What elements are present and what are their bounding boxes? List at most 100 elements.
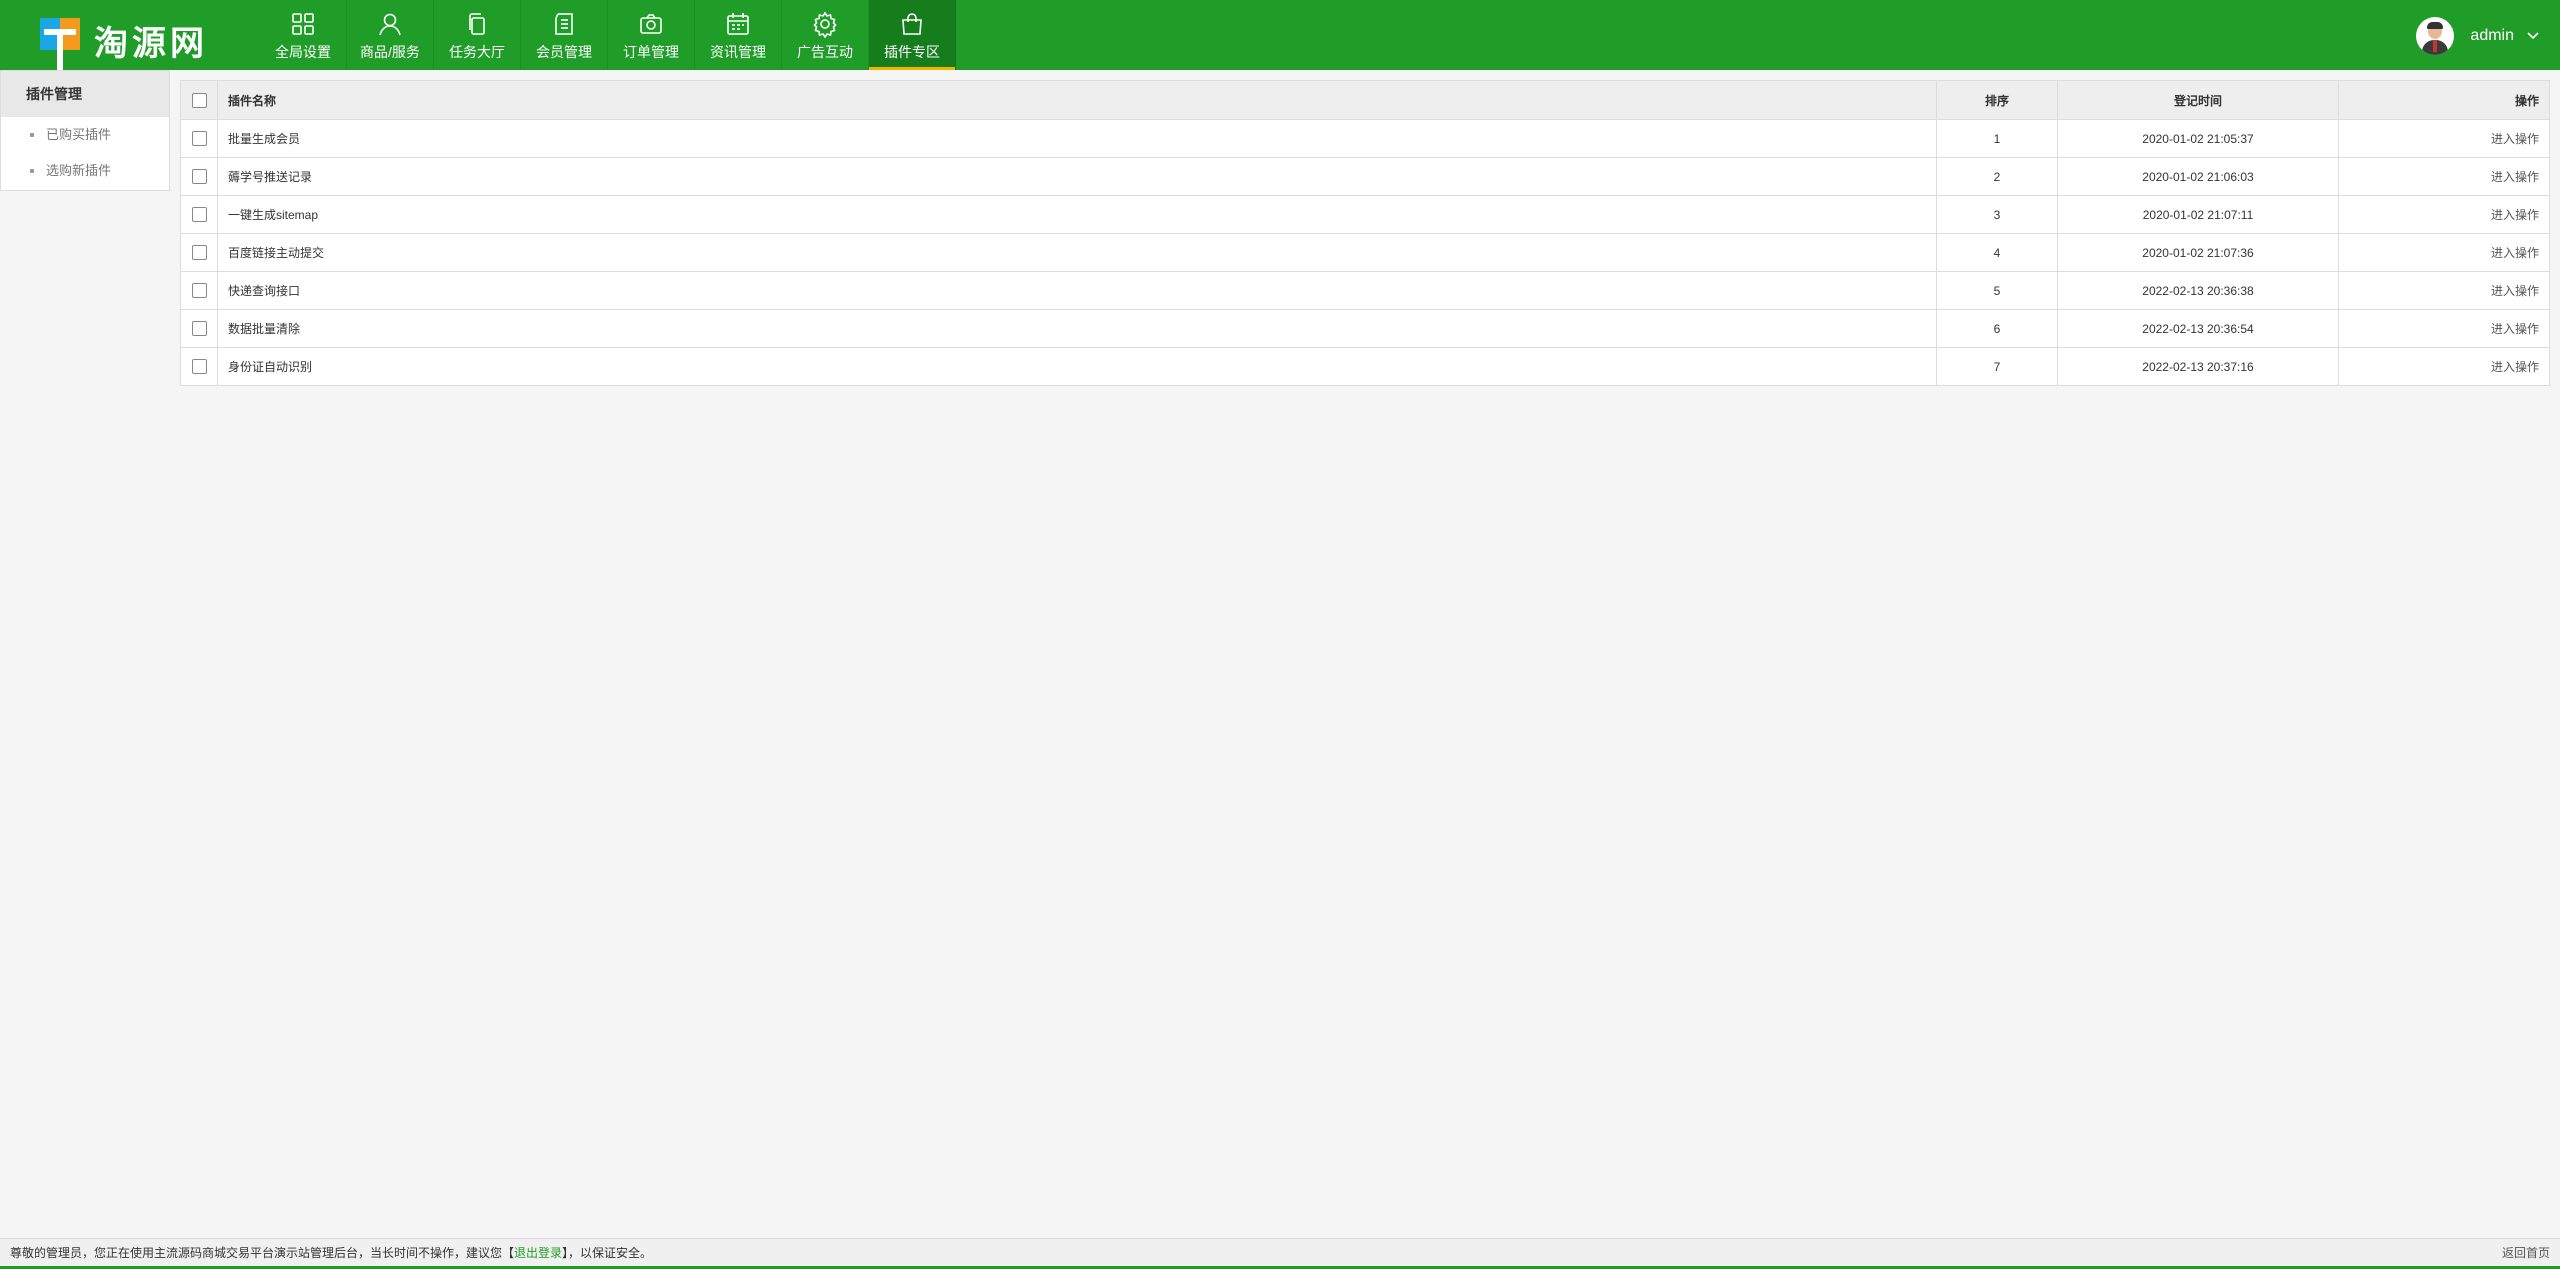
avatar[interactable] [2416,17,2455,55]
table-row: 身份证自动识别 7 2022-02-13 20:37:16 进入操作 [180,347,2550,386]
op-cell: 进入操作 [2338,157,2550,196]
plugin-table: 插件名称 排序 登记时间 操作 批量生成会员 1 2020-01-02 21:0… [180,80,2550,386]
enter-operation-link[interactable]: 进入操作 [2491,360,2539,374]
row-checkbox-cell [180,157,218,196]
plugin-name: 批量生成会员 [217,119,1937,158]
plugin-name: 数据批量清除 [217,309,1937,348]
sidebar-item-purchased-plugins[interactable]: 已购买插件 [1,117,169,153]
calendar-icon [724,10,752,38]
sidebar-item-buy-new-plugins[interactable]: 选购新插件 [1,153,169,189]
plugin-name: 快递查询接口 [217,271,1937,310]
op-cell: 进入操作 [2338,309,2550,348]
brand-name: 淘源网 [94,25,208,63]
plugin-sort: 5 [1936,271,2058,310]
op-cell: 进入操作 [2338,119,2550,158]
select-all-cell [180,80,218,120]
nav-item-members[interactable]: 会员管理 [521,0,608,70]
enter-operation-link[interactable]: 进入操作 [2491,246,2539,260]
row-checkbox[interactable] [191,169,207,185]
chevron-down-icon[interactable] [2526,29,2540,43]
nav-label: 资讯管理 [710,44,766,60]
plugin-time: 2020-01-02 21:06:03 [2057,157,2339,196]
plugin-sort: 2 [1936,157,2058,196]
row-checkbox-cell [180,347,218,386]
top-header: 淘源网 全局设置 商品/服务 任务大厅 会员管理 订单管理 资讯管理 广告互动 … [0,0,2560,70]
sidebar-title: 插件管理 [1,71,169,117]
plugin-name: 身份证自动识别 [217,347,1937,386]
footer-bar: 尊敬的管理员，您正在使用主流源码商城交易平台演示站管理后台，当长时间不操作，建议… [0,1238,2560,1269]
nav-item-products[interactable]: 商品/服务 [347,0,434,70]
nav-item-global-settings[interactable]: 全局设置 [260,0,347,70]
plugin-time: 2020-01-02 21:05:37 [2057,119,2339,158]
plugin-name: 薅学号推送记录 [217,157,1937,196]
plugin-time: 2020-01-02 21:07:11 [2057,195,2339,234]
plugin-sort: 3 [1936,195,2058,234]
nav-item-ads[interactable]: 广告互动 [782,0,869,70]
footer-text-after: 】，以保证安全。 [562,1246,653,1260]
op-cell: 进入操作 [2338,233,2550,272]
gear-icon [811,10,839,38]
plugin-sort: 6 [1936,309,2058,348]
bullet-icon [30,169,34,173]
table-row: 快递查询接口 5 2022-02-13 20:36:38 进入操作 [180,271,2550,310]
main-nav: 全局设置 商品/服务 任务大厅 会员管理 订单管理 资讯管理 广告互动 插件专区 [260,0,956,70]
row-checkbox[interactable] [191,207,207,223]
table-header-row: 插件名称 排序 登记时间 操作 [180,80,2550,120]
plugin-time: 2020-01-02 21:07:36 [2057,233,2339,272]
home-link[interactable]: 返回首页 [2502,1239,2550,1267]
shopping-bag-icon [898,10,926,38]
row-checkbox-cell [180,309,218,348]
row-checkbox-cell [180,119,218,158]
bullet-icon [30,133,34,137]
enter-operation-link[interactable]: 进入操作 [2491,132,2539,146]
table-row: 批量生成会员 1 2020-01-02 21:05:37 进入操作 [180,119,2550,158]
logo-mark-icon [40,18,80,70]
nav-item-orders[interactable]: 订单管理 [608,0,695,70]
row-checkbox[interactable] [191,283,207,299]
user-menu[interactable]: admin [2416,16,2540,56]
row-checkbox[interactable] [191,359,207,375]
op-cell: 进入操作 [2338,271,2550,310]
nav-item-news[interactable]: 资讯管理 [695,0,782,70]
enter-operation-link[interactable]: 进入操作 [2491,208,2539,222]
plugin-sort: 1 [1936,119,2058,158]
enter-operation-link[interactable]: 进入操作 [2491,322,2539,336]
user-name[interactable]: admin [2470,27,2514,45]
column-header-time: 登记时间 [2057,80,2339,120]
plugin-sort: 4 [1936,233,2058,272]
nav-item-task-hall[interactable]: 任务大厅 [434,0,521,70]
nav-label: 广告互动 [797,44,853,60]
select-all-checkbox[interactable] [191,92,207,108]
table-row: 数据批量清除 6 2022-02-13 20:36:54 进入操作 [180,309,2550,348]
row-checkbox[interactable] [191,131,207,147]
camera-icon [637,10,665,38]
logout-link[interactable]: 退出登录 [514,1246,562,1260]
row-checkbox-cell [180,271,218,310]
sidebar: 插件管理 已购买插件 选购新插件 [0,70,170,191]
nav-label: 商品/服务 [360,44,420,60]
row-checkbox-cell [180,233,218,272]
sidebar-item-label: 选购新插件 [46,163,112,178]
plugin-time: 2022-02-13 20:36:38 [2057,271,2339,310]
plugin-time: 2022-02-13 20:36:54 [2057,309,2339,348]
nav-label: 任务大厅 [449,44,505,60]
enter-operation-link[interactable]: 进入操作 [2491,170,2539,184]
table-row: 薅学号推送记录 2 2020-01-02 21:06:03 进入操作 [180,157,2550,196]
plugin-time: 2022-02-13 20:37:16 [2057,347,2339,386]
enter-operation-link[interactable]: 进入操作 [2491,284,2539,298]
nav-label: 订单管理 [623,44,679,60]
op-cell: 进入操作 [2338,195,2550,234]
copy-icon [463,10,491,38]
plugin-name: 百度链接主动提交 [217,233,1937,272]
nav-item-plugins[interactable]: 插件专区 [869,0,956,70]
plugin-table-container: 插件名称 排序 登记时间 操作 批量生成会员 1 2020-01-02 21:0… [180,80,2550,386]
row-checkbox[interactable] [191,321,207,337]
table-row: 一键生成sitemap 3 2020-01-02 21:07:11 进入操作 [180,195,2550,234]
nav-label: 会员管理 [536,44,592,60]
nav-label: 插件专区 [884,44,940,60]
brand-logo[interactable]: 淘源网 [40,18,220,70]
user-icon [376,10,404,38]
column-header-op: 操作 [2338,80,2550,120]
row-checkbox[interactable] [191,245,207,261]
row-checkbox-cell [180,195,218,234]
